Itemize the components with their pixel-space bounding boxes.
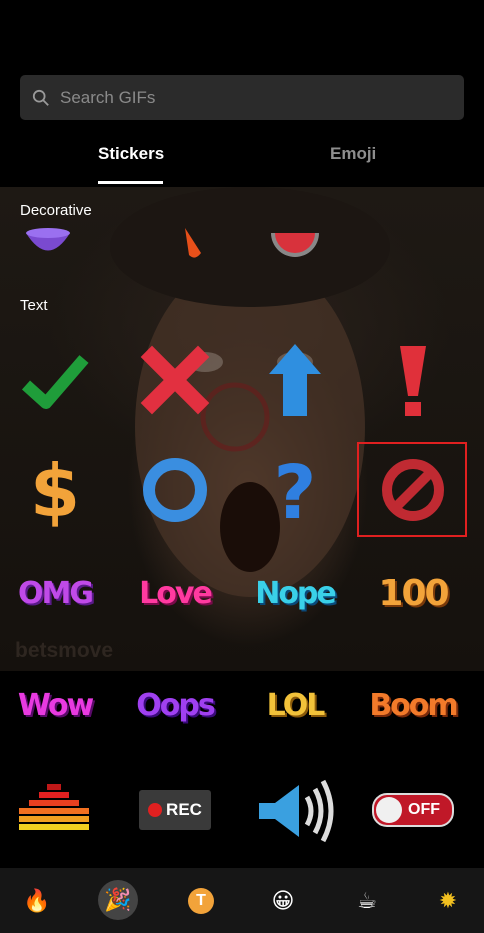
sticker-love[interactable]: Love: [130, 548, 220, 638]
record-dot-icon: [148, 803, 163, 817]
section-label-text: Text: [20, 297, 48, 314]
active-tab-indicator: [98, 181, 163, 184]
sticker-oops[interactable]: Oops: [130, 660, 220, 750]
speaker-icon: [259, 779, 334, 843]
svg-text:$: $: [30, 450, 80, 530]
sticker-100[interactable]: 100: [368, 548, 458, 638]
text-t-icon[interactable]: T: [186, 886, 216, 916]
arrow-up-icon: [269, 344, 321, 416]
sticker-decorative-flame[interactable]: [140, 215, 230, 270]
sticker-cross[interactable]: [130, 335, 220, 425]
search-icon: [32, 89, 49, 106]
sticker-checkmark[interactable]: [10, 335, 100, 425]
selection-highlight: [357, 442, 467, 537]
sticker-lol[interactable]: LOL: [250, 660, 340, 750]
sticker-up-arrow[interactable]: [250, 335, 340, 425]
sticker-ring[interactable]: [130, 445, 220, 535]
question-mark-icon: ?: [274, 450, 317, 530]
fire-icon[interactable]: 🔥: [22, 886, 52, 916]
sparkle-icon[interactable]: ✹: [433, 886, 463, 916]
sticker-dollar[interactable]: $: [10, 445, 100, 535]
off-toggle-badge: OFF: [372, 793, 454, 827]
sticker-decorative-button[interactable]: [250, 215, 340, 270]
sticker-question[interactable]: ?: [250, 445, 340, 535]
sticker-tabs: Stickers Emoji: [0, 130, 484, 186]
x-icon: [140, 345, 210, 415]
sticker-wow[interactable]: Wow: [10, 660, 100, 750]
sticker-equalizer[interactable]: [10, 765, 100, 855]
sticker-decorative-bowl[interactable]: [3, 215, 93, 270]
sticker-boom[interactable]: Boom: [368, 660, 458, 750]
svg-text:?: ?: [274, 450, 317, 530]
party-popper-icon[interactable]: 🎉: [98, 880, 138, 920]
sticker-nope[interactable]: Nope: [250, 548, 340, 638]
search-placeholder: Search GIFs: [60, 87, 156, 107]
tab-emoji[interactable]: Emoji: [330, 144, 376, 164]
circle-o-icon: [143, 458, 207, 522]
equalizer-icon: [19, 784, 89, 830]
smile-icon[interactable]: 😀: [268, 886, 298, 916]
rec-badge: REC: [139, 790, 211, 830]
sticker-off-toggle[interactable]: OFF: [368, 765, 458, 855]
sticker-exclamation[interactable]: [368, 335, 458, 425]
checkmark-icon: [21, 355, 89, 409]
sticker-omg[interactable]: OMG: [10, 548, 100, 638]
sticker-speaker[interactable]: [250, 765, 340, 855]
dollar-sign-icon: $: [30, 450, 80, 530]
exclamation-icon: [400, 346, 426, 416]
tab-stickers[interactable]: Stickers: [98, 144, 164, 164]
coffee-icon[interactable]: ☕: [352, 886, 382, 916]
search-input[interactable]: Search GIFs: [20, 75, 464, 120]
category-bar: 🔥 🎉 T 😀 ☕ ✹: [0, 868, 484, 933]
sticker-rec[interactable]: REC: [130, 765, 220, 855]
toggle-knob: [376, 797, 402, 823]
